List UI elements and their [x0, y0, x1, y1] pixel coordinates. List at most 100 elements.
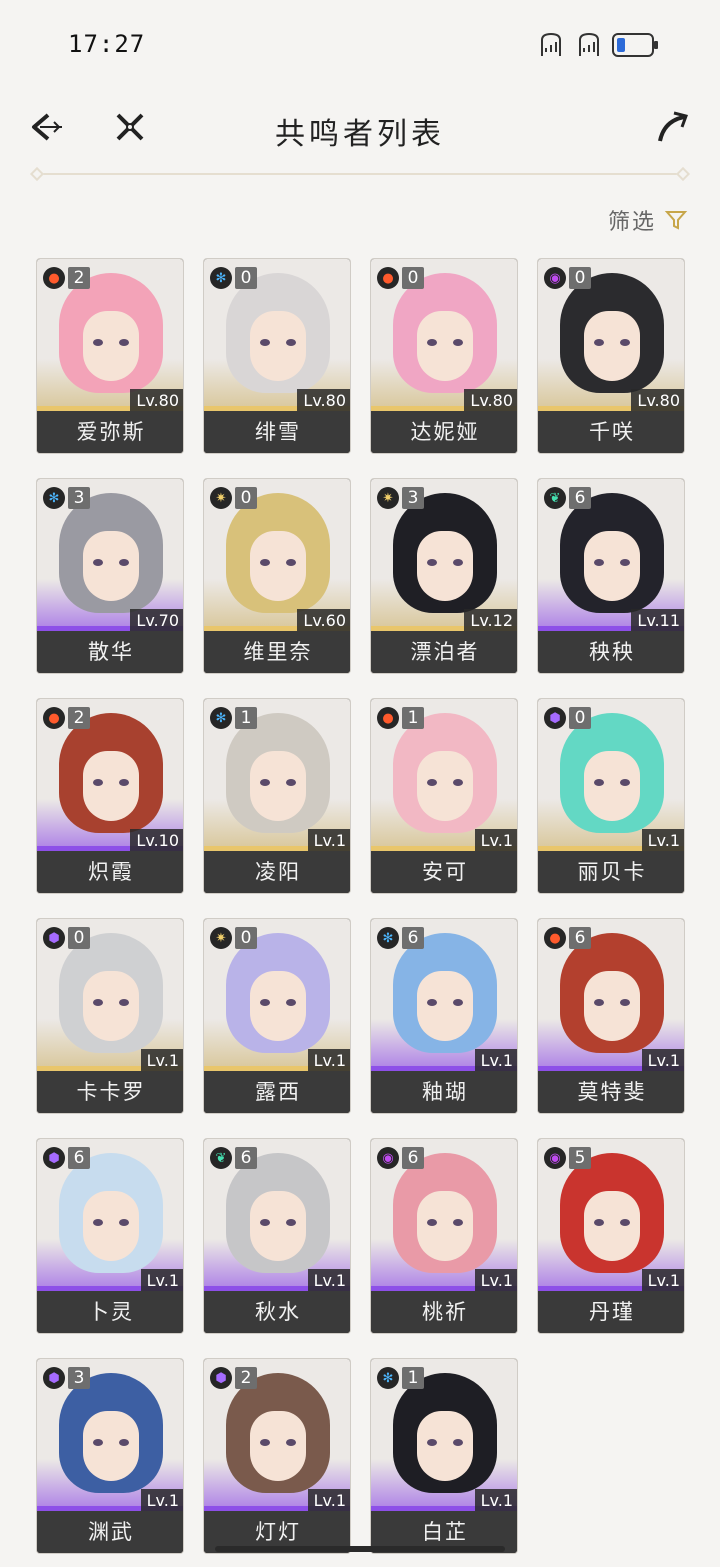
character-name: 莫特斐 — [538, 1071, 684, 1113]
portrait-face — [417, 531, 473, 601]
character-card[interactable]: ⬢ 0 Lv.1 卡卡罗 — [36, 918, 184, 1114]
portrait-face — [417, 1411, 473, 1481]
character-card[interactable]: ◉ 6 Lv.1 桃祈 — [370, 1138, 518, 1334]
portrait-eye — [453, 999, 463, 1006]
portrait-face — [83, 531, 139, 601]
sun-icon: ✷ — [210, 487, 232, 509]
character-card[interactable]: ✻ 1 Lv.1 白芷 — [370, 1358, 518, 1554]
constellation-badge: 0 — [402, 267, 424, 289]
portrait-face — [83, 1411, 139, 1481]
character-card[interactable]: ❦ 6 Lv.11 秧秧 — [537, 478, 685, 674]
character-card[interactable]: ● 2 Lv.10 炽霞 — [36, 698, 184, 894]
filter-button[interactable]: 筛选 — [608, 204, 688, 236]
lightning-icon: ⬢ — [43, 1147, 65, 1169]
portrait-face — [584, 971, 640, 1041]
character-card[interactable]: ✷ 0 Lv.60 维里奈 — [203, 478, 351, 674]
lightning-icon: ⬢ — [43, 1367, 65, 1389]
portrait-face — [250, 971, 306, 1041]
level-label: Lv.1 — [307, 1269, 350, 1293]
level-label: Lv.12 — [464, 609, 517, 633]
character-name: 散华 — [37, 631, 183, 673]
level-label: Lv.1 — [474, 1269, 517, 1293]
character-card[interactable]: ✻ 1 Lv.1 凌阳 — [203, 698, 351, 894]
portrait-eye — [286, 559, 296, 566]
character-card[interactable]: ◉ 0 Lv.80 千咲 — [537, 258, 685, 454]
filter-label: 筛选 — [607, 210, 656, 235]
character-card[interactable]: ✷ 0 Lv.1 露西 — [203, 918, 351, 1114]
portrait-eye — [620, 1219, 630, 1226]
character-card[interactable]: ● 1 Lv.1 安可 — [370, 698, 518, 894]
portrait-eye — [286, 999, 296, 1006]
character-card[interactable]: ⬢ 2 Lv.1 灯灯 — [203, 1358, 351, 1554]
character-card[interactable]: ⬢ 6 Lv.1 卜灵 — [36, 1138, 184, 1334]
snowflake-icon: ✻ — [210, 707, 232, 729]
signal-icon — [541, 32, 561, 56]
character-name: 凌阳 — [204, 851, 350, 893]
fire-icon: ● — [43, 707, 65, 729]
portrait-eye — [260, 1219, 270, 1226]
character-name: 卜灵 — [37, 1291, 183, 1333]
character-card[interactable]: ● 0 Lv.80 达妮娅 — [370, 258, 518, 454]
portrait-face — [83, 751, 139, 821]
snowflake-icon: ✻ — [210, 267, 232, 289]
character-card[interactable]: ● 6 Lv.1 莫特斐 — [537, 918, 685, 1114]
portrait-face — [83, 1191, 139, 1261]
constellation-badge: 1 — [402, 707, 424, 729]
portrait-face — [584, 751, 640, 821]
filter-funnel-icon — [664, 211, 688, 230]
character-name: 爱弥斯 — [37, 411, 183, 453]
level-label: Lv.1 — [641, 1049, 684, 1073]
character-name: 秋水 — [204, 1291, 350, 1333]
level-label: Lv.1 — [140, 1489, 183, 1513]
portrait-eye — [427, 339, 437, 346]
vortex-icon: ◉ — [544, 1147, 566, 1169]
character-name: 釉瑚 — [371, 1071, 517, 1113]
level-label: Lv.1 — [307, 1489, 350, 1513]
level-label: Lv.10 — [130, 829, 183, 853]
share-arrow-icon[interactable] — [652, 107, 692, 147]
portrait-eye — [119, 1439, 129, 1446]
constellation-badge: 0 — [569, 267, 591, 289]
level-label: Lv.60 — [297, 609, 350, 633]
fire-icon: ● — [377, 707, 399, 729]
portrait-eye — [93, 779, 103, 786]
character-name: 达妮娅 — [371, 411, 517, 453]
portrait-eye — [620, 559, 630, 566]
portrait-eye — [260, 779, 270, 786]
portrait-eye — [260, 999, 270, 1006]
character-card[interactable]: ❦ 6 Lv.1 秋水 — [203, 1138, 351, 1334]
portrait-eye — [93, 559, 103, 566]
portrait-eye — [620, 779, 630, 786]
portrait-eye — [620, 999, 630, 1006]
portrait-eye — [620, 339, 630, 346]
character-name: 秧秧 — [538, 631, 684, 673]
character-card[interactable]: ⬢ 0 Lv.1 丽贝卡 — [537, 698, 685, 894]
portrait-eye — [453, 779, 463, 786]
home-indicator[interactable] — [215, 1546, 505, 1552]
status-time: 17:27 — [68, 30, 146, 58]
portrait-eye — [93, 1439, 103, 1446]
character-name: 安可 — [371, 851, 517, 893]
character-card[interactable]: ⬢ 3 Lv.1 渊武 — [36, 1358, 184, 1554]
character-card[interactable]: ✻ 3 Lv.70 散华 — [36, 478, 184, 674]
constellation-badge: 0 — [68, 927, 90, 949]
character-card[interactable]: ● 2 Lv.80 爱弥斯 — [36, 258, 184, 454]
portrait-eye — [260, 339, 270, 346]
portrait-eye — [594, 559, 604, 566]
character-card[interactable]: ✷ 3 Lv.12 漂泊者 — [370, 478, 518, 674]
character-card[interactable]: ◉ 5 Lv.1 丹瑾 — [537, 1138, 685, 1334]
level-label: Lv.1 — [641, 1269, 684, 1293]
portrait-eye — [427, 559, 437, 566]
level-label: Lv.1 — [474, 1489, 517, 1513]
character-card[interactable]: ✻ 0 Lv.80 绯雪 — [203, 258, 351, 454]
constellation-badge: 3 — [402, 487, 424, 509]
constellation-badge: 6 — [68, 1147, 90, 1169]
level-label: Lv.1 — [307, 1049, 350, 1073]
portrait-face — [83, 971, 139, 1041]
constellation-badge: 2 — [235, 1367, 257, 1389]
portrait-face — [250, 1191, 306, 1261]
fire-icon: ● — [43, 267, 65, 289]
character-card[interactable]: ✻ 6 Lv.1 釉瑚 — [370, 918, 518, 1114]
snowflake-icon: ✻ — [377, 927, 399, 949]
portrait-eye — [427, 1219, 437, 1226]
